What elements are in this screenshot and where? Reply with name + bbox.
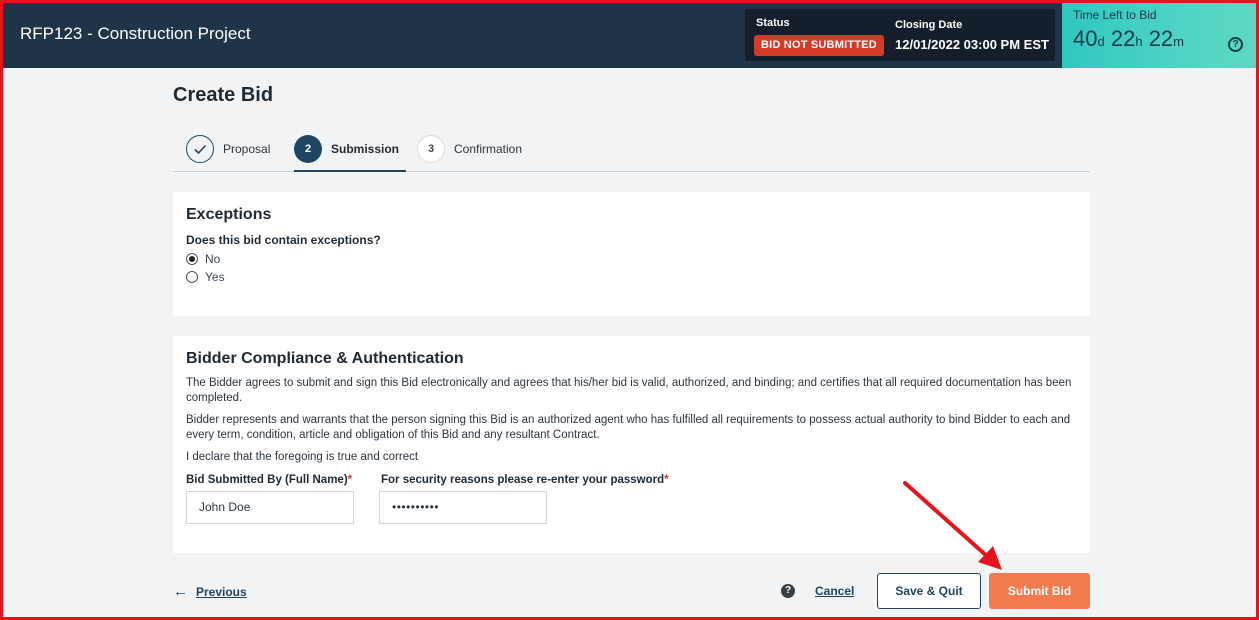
compliance-title: Bidder Compliance & Authentication [186,350,464,367]
checkmark-icon [186,135,214,163]
radio-checked-icon[interactable] [186,253,198,265]
help-circle-icon[interactable]: ? [781,584,795,598]
declaration-text: I declare that the foregoing is true and… [186,451,419,463]
previous-label: Previous [196,584,247,599]
time-left-value: 40d 22h 22m [1073,26,1184,52]
radio-no-label: No [205,252,221,266]
required-mark: * [664,474,669,486]
arrow-left-icon: ← [173,583,188,600]
radio-yes-label: Yes [205,270,225,284]
bid-status-panel: Status BID NOT SUBMITTED Closing Date 12… [745,9,1055,61]
required-mark: * [347,474,353,486]
compliance-card: Bidder Compliance & Authentication The B… [173,336,1090,553]
time-hours-unit: h [1135,34,1143,49]
time-days-unit: d [1097,34,1105,49]
full-name-label-text: Bid Submitted By (Full Name) [186,474,348,486]
page-title: Create Bid [173,84,274,106]
time-minutes: 22 [1148,26,1174,51]
previous-link[interactable]: ← Previous [173,583,247,600]
step-confirmation-label: Confirmation [454,142,523,156]
save-and-quit-button[interactable]: Save & Quit [877,573,981,609]
time-left-panel: Time Left to Bid 40d 22h 22m [1062,0,1259,68]
time-left-label: Time Left to Bid [1073,8,1157,22]
closing-date-label: Closing Date [895,19,963,31]
exceptions-card: Exceptions Does this bid contain excepti… [173,192,1090,316]
step-submission-label: Submission [331,142,400,156]
cancel-link[interactable]: Cancel [815,584,854,598]
status-label: Status [756,17,790,29]
help-icon[interactable]: ? [1228,37,1243,52]
compliance-paragraph-1: The Bidder agrees to submit and sign thi… [186,377,1072,404]
closing-date-value: 12/01/2022 03:00 PM EST [895,37,1049,52]
step-number: 2 [294,135,322,163]
bid-stepper: Proposal 2 Submission 3 Confirmation [173,128,1090,172]
exceptions-question: Does this bid contain exceptions? [186,233,381,247]
step-number: 3 [417,135,445,163]
radio-no[interactable]: No [186,252,220,266]
step-confirmation[interactable]: 3 Confirmation [417,135,522,163]
exceptions-title: Exceptions [186,206,272,223]
radio-yes[interactable]: Yes [186,270,225,284]
active-step-indicator [294,170,406,172]
password-input[interactable]: •••••••••• [379,491,547,524]
password-label: For security reasons please re-enter you… [381,474,669,486]
full-name-label: Bid Submitted By (Full Name)* [186,474,352,486]
step-submission[interactable]: 2 Submission [294,135,399,163]
project-title: RFP123 - Construction Project [20,24,251,43]
header-bar: RFP123 - Construction Project Status BID… [0,0,1259,68]
time-hours: 22 [1110,26,1136,51]
time-minutes-unit: m [1173,34,1185,49]
radio-unchecked-icon[interactable] [186,271,198,283]
full-name-input[interactable]: John Doe [186,491,354,524]
password-label-text: For security reasons please re-enter you… [381,474,665,486]
compliance-paragraph-2: Bidder represents and warrants that the … [186,414,1071,441]
step-proposal[interactable]: Proposal [186,135,270,163]
submit-bid-button[interactable]: Submit Bid [989,573,1090,609]
step-proposal-label: Proposal [223,142,271,156]
status-badge: BID NOT SUBMITTED [754,35,884,56]
time-days: 40 [1073,26,1098,51]
